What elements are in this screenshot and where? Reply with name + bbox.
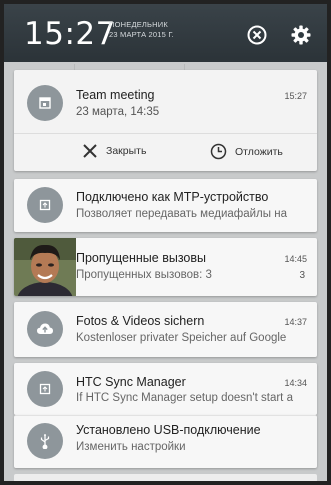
contact-photo [14, 238, 76, 296]
settings-button[interactable] [290, 24, 312, 46]
close-x-icon [83, 144, 97, 158]
notification-title: Fotos & Videos sichern [76, 314, 205, 328]
clock: 15:27 [24, 16, 116, 52]
notification-stack-edge [14, 474, 317, 481]
status-header: 15:27 ПОНЕДЕЛЬНИК 23 МАРТА 2015 Г. [4, 4, 327, 62]
usb-icon-circle [27, 423, 63, 459]
snooze-button[interactable]: Отложить [210, 143, 283, 160]
notification-usb[interactable]: Установлено USB-подключение Изменить нас… [14, 415, 317, 468]
snooze-label: Отложить [235, 145, 283, 158]
cloud-upload-icon-circle [27, 311, 63, 347]
notification-subtitle: Kostenloser privater Speicher auf Google [76, 332, 287, 344]
cloud-upload-icon [37, 323, 53, 334]
notification-title: Подключено как MTP-устройство [76, 190, 269, 204]
notification-team-meeting[interactable]: Team meeting 23 марта, 14:35 15:27 Закры… [14, 70, 317, 171]
notification-htc-sync[interactable]: HTC Sync Manager If HTC Sync Manager set… [14, 363, 317, 415]
notification-subtitle: If HTC Sync Manager setup doesn't start … [76, 392, 293, 404]
gear-icon [291, 25, 311, 45]
notification-time: 14:34 [284, 378, 307, 388]
usb-device-icon-circle [27, 187, 63, 223]
dismiss-label: Закрыть [106, 145, 147, 157]
weekday-label: ПОНЕДЕЛЬНИК [109, 20, 168, 29]
sync-device-icon-circle [27, 371, 63, 407]
notification-subtitle: Пропущенных вызовов: 3 [76, 269, 212, 281]
clock-icon [210, 143, 227, 160]
date-label: 23 МАРТА 2015 Г. [109, 30, 174, 39]
clear-all-button[interactable] [246, 24, 268, 46]
notification-time: 14:45 [284, 254, 307, 264]
notification-shade: 15:27 ПОНЕДЕЛЬНИК 23 МАРТА 2015 Г. Team … [0, 0, 331, 485]
notification-title: Установлено USB-подключение [76, 423, 261, 437]
notification-title: Team meeting [76, 88, 155, 102]
missed-count: 3 [299, 270, 305, 281]
dismiss-button[interactable]: Закрыть [82, 143, 146, 159]
notification-subtitle: 23 марта, 14:35 [76, 106, 160, 118]
calendar-icon [39, 97, 51, 109]
divider [14, 133, 317, 134]
sync-device-icon [39, 383, 51, 395]
usb-device-icon [39, 199, 51, 211]
close-icon [247, 25, 267, 45]
notification-subtitle: Позволяет передавать медиафайлы на [76, 208, 287, 220]
usb-icon [40, 434, 50, 449]
notification-time: 14:37 [284, 317, 307, 327]
date-block: ПОНЕДЕЛЬНИК 23 МАРТА 2015 Г. [109, 20, 174, 40]
notification-title: Пропущенные вызовы [76, 251, 207, 265]
notification-missed-calls[interactable]: Пропущенные вызовы Пропущенных вызовов: … [14, 238, 317, 296]
notification-mtp[interactable]: Подключено как MTP-устройство Позволяет … [14, 179, 317, 232]
notification-title: HTC Sync Manager [76, 375, 186, 389]
notification-subtitle: Изменить настройки [76, 441, 186, 453]
notification-time: 15:27 [284, 91, 307, 101]
calendar-icon-circle [27, 85, 63, 121]
notification-photos-backup[interactable]: Fotos & Videos sichern Kostenloser priva… [14, 302, 317, 357]
